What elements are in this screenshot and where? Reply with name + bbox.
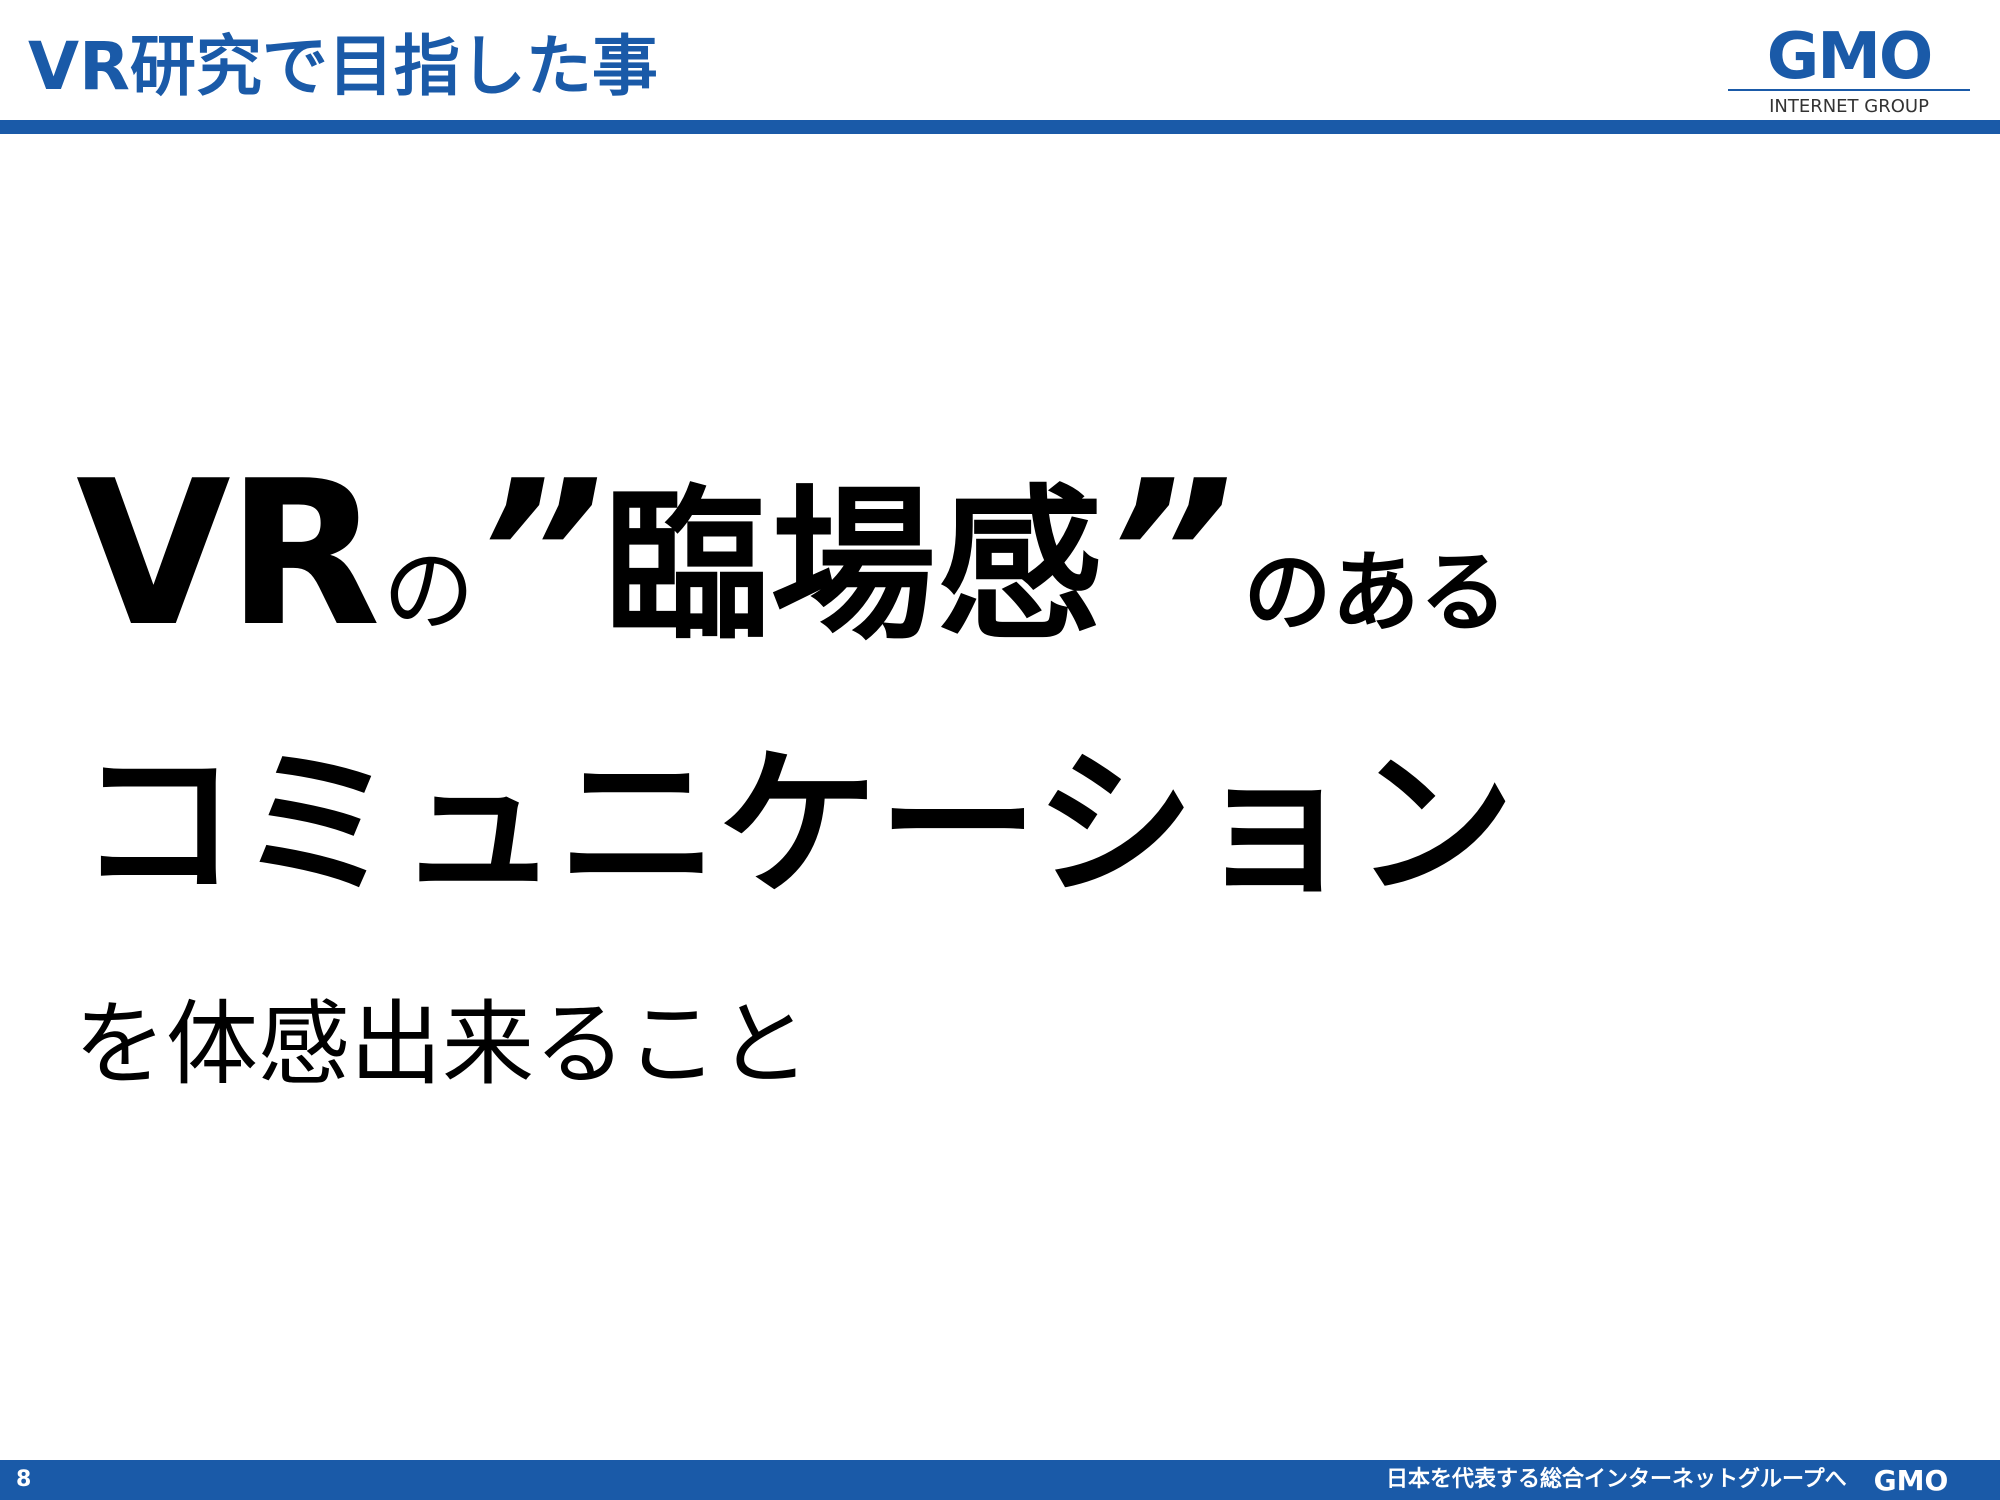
footer-logo-wordmark: GMO <box>1874 1466 1949 1494</box>
page-number: 8 <box>16 1467 32 1492</box>
gmo-logo-icon: GMO INTERNET GROUP <box>1718 20 1980 116</box>
footer-gmo-logo-icon: GMO <box>1856 1464 1966 1497</box>
slide-title: VR研究で目指した事 <box>28 28 658 105</box>
headline-vr: VR <box>76 438 381 671</box>
logo-subtitle: INTERNET GROUP <box>1769 96 1929 116</box>
headline-emphasis: 臨場感 <box>603 470 1105 662</box>
headline-line-1: VRの”臨場感” のある <box>76 438 1508 671</box>
slide: VR研究で目指した事 GMO INTERNET GROUP VRの”臨場感” のあ… <box>0 0 2000 1500</box>
footer-slogan: 日本を代表する総合インターネットグループへ <box>1386 1467 1847 1492</box>
headline-close-quote: ” <box>1104 438 1234 671</box>
headline-tail: のある <box>1243 541 1508 644</box>
header-divider <box>0 120 2000 134</box>
headline-open-quote: ” <box>474 438 604 671</box>
headline-line-3: を体感出来ること <box>74 991 811 1098</box>
headline-particle: の <box>382 538 475 645</box>
headline-line-2: コミュニケーション <box>78 731 1515 918</box>
logo-wordmark: GMO <box>1767 20 1932 94</box>
